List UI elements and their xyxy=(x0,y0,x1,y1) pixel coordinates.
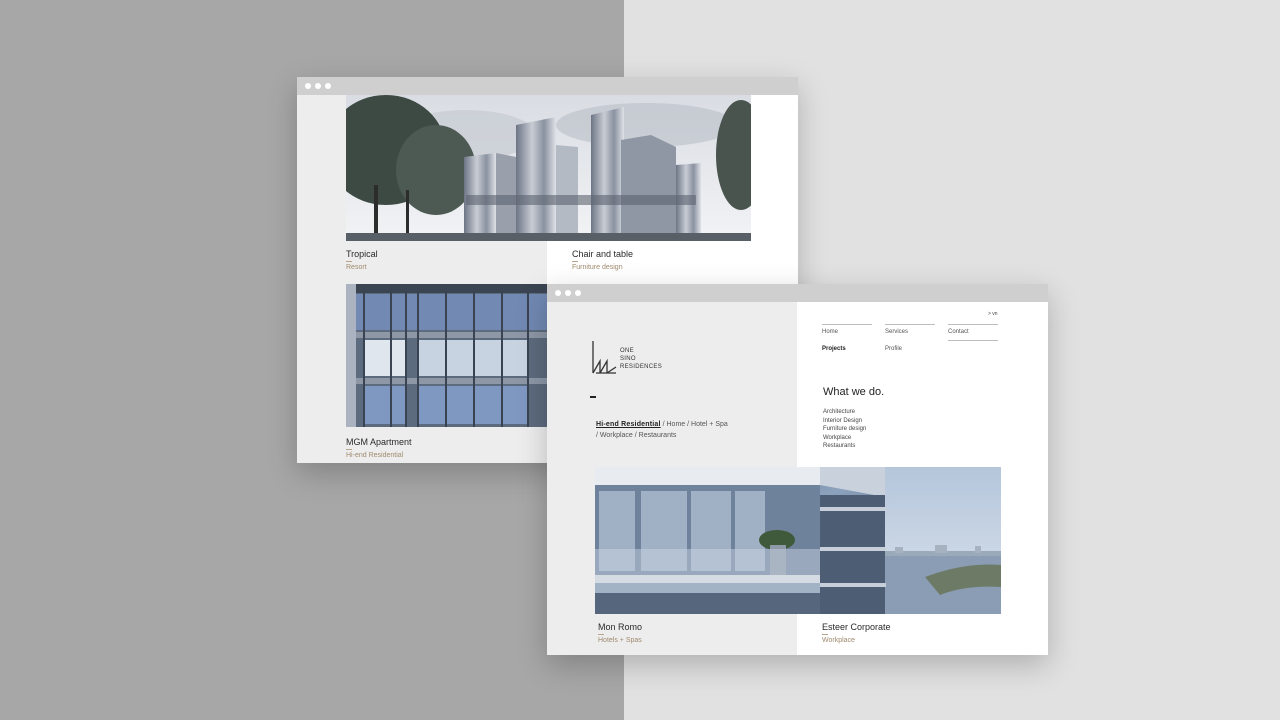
nav-projects[interactable]: Projects xyxy=(822,342,872,352)
category-filter: Hi-end Residential / Home / Hotel + Spa … xyxy=(596,419,756,441)
caption-divider xyxy=(346,449,352,450)
logo-line: SINO xyxy=(620,356,636,362)
nav-divider xyxy=(948,340,998,341)
filter-links[interactable]: / Home / Hotel + Spa xyxy=(661,421,728,428)
caption-divider xyxy=(822,634,828,635)
logo-wordmark: ONE SINO RESIDENCES xyxy=(620,347,662,371)
nav-profile[interactable]: Profile xyxy=(885,342,935,352)
nav-services[interactable]: Services xyxy=(885,324,935,335)
project-title[interactable]: Chair and table xyxy=(572,249,633,259)
service-item[interactable]: Restaurants xyxy=(823,442,855,451)
window-dot-icon[interactable] xyxy=(565,290,571,296)
service-item[interactable]: Architecture xyxy=(823,408,855,417)
nav-contact[interactable]: Contact xyxy=(948,324,998,335)
project-category: Furniture design xyxy=(572,264,623,271)
logo-line: RESIDENCES xyxy=(620,364,663,370)
project-title[interactable]: MGM Apartment xyxy=(346,437,412,447)
caption-divider xyxy=(572,261,578,262)
window-dot-icon[interactable] xyxy=(575,290,581,296)
caption-divider xyxy=(598,634,604,635)
window-dot-icon[interactable] xyxy=(325,83,331,89)
filter-active[interactable]: Hi-end Residential xyxy=(596,421,661,428)
section-heading: What we do. xyxy=(823,386,885,398)
project-image-tower[interactable] xyxy=(595,467,1001,614)
service-item[interactable]: Furniture design xyxy=(823,425,866,434)
service-item[interactable]: Interior Design xyxy=(823,417,862,426)
logo-line: ONE xyxy=(620,348,634,354)
nav-home[interactable]: Home xyxy=(822,324,872,335)
window-dot-icon[interactable] xyxy=(305,83,311,89)
window-titlebar xyxy=(297,77,798,95)
window-dot-icon[interactable] xyxy=(555,290,561,296)
language-switch[interactable]: > vn xyxy=(988,311,998,317)
window-titlebar xyxy=(547,284,1048,302)
project-category: Hotels + Spas xyxy=(598,637,642,644)
project-image-facade[interactable] xyxy=(346,284,547,427)
logo-mark-icon[interactable] xyxy=(590,339,620,375)
project-title[interactable]: Esteer Corporate xyxy=(822,622,891,632)
project-title[interactable]: Tropical xyxy=(346,249,378,259)
caption-divider xyxy=(346,261,352,262)
service-item[interactable]: Workplace xyxy=(823,434,851,443)
project-category: Workplace xyxy=(822,637,855,644)
browser-window-front: ONE SINO RESIDENCES Hi-end Residential /… xyxy=(547,284,1048,655)
filter-links[interactable]: / Workplace / Restaurants xyxy=(596,432,676,439)
project-image-pavilion[interactable] xyxy=(346,95,751,241)
project-category: Resort xyxy=(346,264,367,271)
window-dot-icon[interactable] xyxy=(315,83,321,89)
project-category: Hi-end Residential xyxy=(346,452,404,459)
project-title[interactable]: Mon Romo xyxy=(598,622,642,632)
section-marker xyxy=(590,396,596,398)
